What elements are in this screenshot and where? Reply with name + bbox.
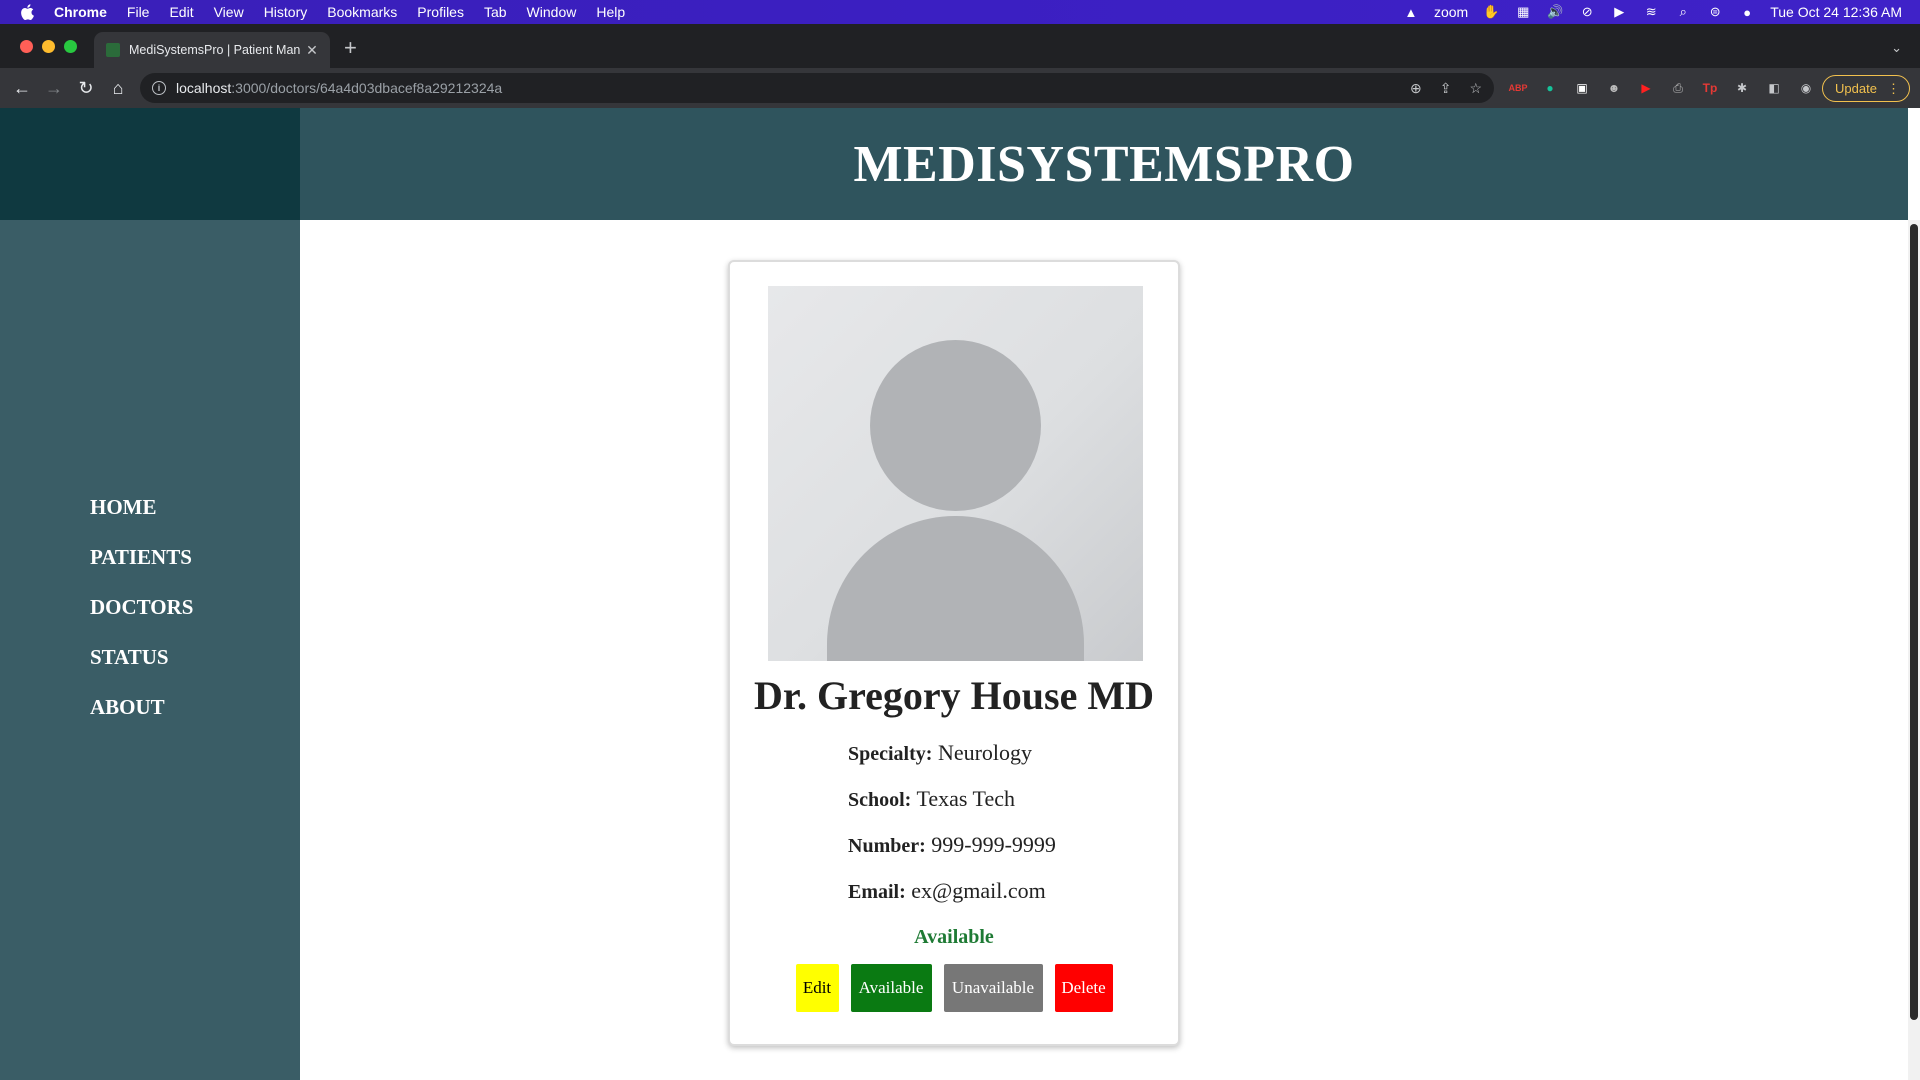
- action-buttons: Edit Available Unavailable Delete: [730, 964, 1178, 1012]
- nav-home-link[interactable]: HOME: [90, 482, 193, 532]
- window-controls: [20, 40, 77, 53]
- availability-status: Available: [914, 926, 994, 948]
- edit-button[interactable]: Edit: [795, 964, 839, 1012]
- avatar-body-shape: [827, 516, 1084, 661]
- macos-menu-bar: Chrome File Edit View History Bookmarks …: [0, 0, 1920, 24]
- site-info-icon[interactable]: i: [152, 81, 166, 95]
- home-icon[interactable]: ⌂: [104, 68, 132, 108]
- address-bar[interactable]: i localhost:3000/doctors/64a4d03dbacef8a…: [140, 73, 1494, 103]
- number-value: 999-999-9999: [931, 832, 1056, 857]
- puzzle-extensions-icon[interactable]: ✱: [1732, 78, 1752, 98]
- browser-toolbar: ← → ↻ ⌂ i localhost:3000/doctors/64a4d03…: [0, 68, 1920, 108]
- page-viewport: MEDISYSTEMSPRO HOME PATIENTS DOCTORS STA…: [0, 108, 1920, 1080]
- email-label: Email:: [848, 881, 906, 903]
- side-panel-icon[interactable]: ◧: [1764, 78, 1784, 98]
- menu-profiles[interactable]: Profiles: [417, 4, 464, 20]
- avatar-head-shape: [870, 340, 1041, 511]
- volume-icon[interactable]: 🔊: [1546, 4, 1564, 20]
- scrollbar-thumb[interactable]: [1910, 224, 1918, 1020]
- adblock-extension-icon[interactable]: ABP: [1508, 78, 1528, 98]
- search-icon[interactable]: ⌕: [1674, 4, 1692, 20]
- menu-tab[interactable]: Tab: [484, 4, 507, 20]
- vlc-icon[interactable]: ▲: [1402, 4, 1420, 20]
- specialty-value: Neurology: [937, 740, 1033, 765]
- mark-available-button[interactable]: Available: [850, 964, 932, 1012]
- more-menu-icon[interactable]: ⋮: [1887, 81, 1900, 97]
- bookmark-star-icon[interactable]: ☆: [1469, 80, 1482, 97]
- chevron-down-icon[interactable]: ⌄: [1891, 40, 1902, 56]
- profile-avatar-icon[interactable]: ◉: [1796, 78, 1816, 98]
- school-row: School: Texas Tech: [848, 786, 1015, 812]
- email-row: Email: ex@gmail.com: [848, 878, 1046, 904]
- back-arrow-icon[interactable]: ←: [8, 68, 36, 108]
- email-value: ex@gmail.com: [911, 878, 1046, 903]
- menu-window[interactable]: Window: [527, 4, 577, 20]
- doctor-profile-card: Dr. Gregory House MD Specialty: Neurolog…: [728, 260, 1180, 1046]
- extension-icon[interactable]: ☻: [1604, 78, 1624, 98]
- control-center-icon[interactable]: ⊜: [1706, 4, 1724, 20]
- menubar-clock[interactable]: Tue Oct 24 12:36 AM: [1770, 4, 1902, 20]
- menu-edit[interactable]: Edit: [169, 4, 193, 20]
- siri-icon[interactable]: ●: [1738, 4, 1756, 20]
- page-scrollbar[interactable]: [1908, 220, 1920, 1080]
- update-label: Update: [1835, 81, 1877, 96]
- url-host: localhost: [176, 80, 232, 96]
- nav-about-link[interactable]: ABOUT: [90, 682, 193, 732]
- wifi-icon[interactable]: ≋: [1642, 4, 1660, 20]
- minimize-window-button[interactable]: [42, 40, 55, 53]
- menu-view[interactable]: View: [214, 4, 244, 20]
- number-label: Number:: [848, 835, 926, 857]
- tp-extension-icon[interactable]: Tp: [1700, 78, 1720, 98]
- site-title: MEDISYSTEMSPRO: [853, 135, 1355, 193]
- close-window-button[interactable]: [20, 40, 33, 53]
- dashlane-extension-icon[interactable]: ▣: [1572, 78, 1592, 98]
- specialty-label: Specialty:: [848, 743, 933, 765]
- doctor-avatar-placeholder: [768, 286, 1143, 661]
- grid-icon[interactable]: ▦: [1514, 4, 1532, 20]
- browser-tab-strip: MediSystemsPro | Patient Man ✕ + ⌄: [0, 24, 1920, 68]
- fullscreen-window-button[interactable]: [64, 40, 77, 53]
- menu-file[interactable]: File: [127, 4, 150, 20]
- update-button[interactable]: Update ⋮: [1822, 75, 1910, 102]
- grammarly-extension-icon[interactable]: ●: [1540, 78, 1560, 98]
- school-label: School:: [848, 789, 912, 811]
- menu-history[interactable]: History: [264, 4, 308, 20]
- nav-patients-link[interactable]: PATIENTS: [90, 532, 193, 582]
- site-header: MEDISYSTEMSPRO: [300, 108, 1908, 220]
- share-icon[interactable]: ⇪: [1440, 80, 1452, 97]
- forward-arrow-icon[interactable]: →: [40, 68, 68, 108]
- nav-status-link[interactable]: STATUS: [90, 632, 193, 682]
- printer-extension-icon[interactable]: ⎙: [1668, 78, 1688, 98]
- tab-title: MediSystemsPro | Patient Man: [129, 43, 301, 57]
- circle-slash-icon[interactable]: ⊘: [1578, 4, 1596, 20]
- menu-help[interactable]: Help: [596, 4, 625, 20]
- number-row: Number: 999-999-9999: [848, 832, 1056, 858]
- browser-tab[interactable]: MediSystemsPro | Patient Man ✕: [94, 32, 330, 68]
- doctor-name: Dr. Gregory House MD: [754, 673, 1154, 718]
- nav-doctors-link[interactable]: DOCTORS: [90, 582, 193, 632]
- delete-button[interactable]: Delete: [1054, 964, 1113, 1012]
- reload-icon[interactable]: ↻: [72, 68, 100, 108]
- school-value: Texas Tech: [916, 786, 1015, 811]
- sidebar-nav: HOME PATIENTS DOCTORS STATUS ABOUT: [90, 482, 193, 732]
- youtube-extension-icon[interactable]: ▶: [1636, 78, 1656, 98]
- hand-icon[interactable]: ✋: [1482, 4, 1500, 20]
- menu-bookmarks[interactable]: Bookmarks: [327, 4, 397, 20]
- site-favicon-icon: [106, 43, 120, 57]
- new-tab-icon[interactable]: +: [344, 37, 357, 59]
- apple-icon[interactable]: [20, 4, 36, 20]
- url-path: :3000/doctors/64a4d03dbacef8a29212324a: [231, 80, 503, 96]
- play-icon[interactable]: ▶: [1610, 4, 1628, 20]
- menu-app-name[interactable]: Chrome: [54, 4, 107, 20]
- zoom-tray-label[interactable]: zoom: [1434, 4, 1468, 20]
- sidebar-header-block: [0, 108, 300, 220]
- zoom-magnifier-icon[interactable]: ⊕: [1410, 80, 1422, 97]
- mark-unavailable-button[interactable]: Unavailable: [943, 964, 1043, 1012]
- specialty-row: Specialty: Neurology: [848, 740, 1032, 766]
- close-tab-icon[interactable]: ✕: [304, 42, 320, 59]
